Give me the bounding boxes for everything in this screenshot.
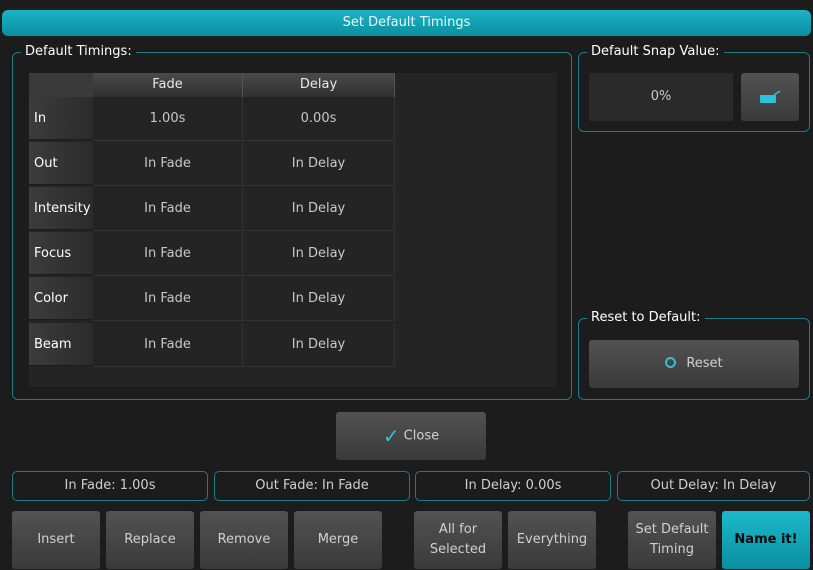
reset-label: Reset to Default: — [587, 309, 705, 327]
cell-focus-delay[interactable]: In Delay — [243, 232, 395, 276]
merge-button[interactable]: Merge — [294, 511, 382, 569]
dialog-title: Set Default Timings — [2, 10, 811, 36]
replace-button[interactable]: Replace — [106, 511, 194, 569]
column-header-fade[interactable]: Fade — [93, 73, 243, 97]
reset-button-label: Reset — [686, 356, 723, 371]
snap-value-field[interactable]: 0% — [589, 73, 733, 121]
status-out-fade: Out Fade: In Fade — [214, 471, 410, 501]
cell-out-delay[interactable]: In Delay — [243, 142, 395, 186]
snap-keyboard-button[interactable] — [741, 73, 799, 121]
cell-in-delay[interactable]: 0.00s — [243, 97, 395, 141]
set-default-timing-button[interactable]: Set Default Timing — [628, 511, 716, 569]
status-out-delay: Out Delay: In Delay — [617, 471, 810, 501]
cell-beam-fade[interactable]: In Fade — [93, 323, 243, 367]
close-button-label: Close — [403, 428, 440, 444]
timings-table: Fade Delay In 1.00s 0.00s Out In Fade In… — [29, 73, 557, 387]
name-it-button[interactable]: Name it! — [722, 511, 810, 569]
row-header-focus[interactable]: Focus — [29, 232, 93, 275]
cell-color-fade[interactable]: In Fade — [93, 277, 243, 321]
row-header-in[interactable]: In — [29, 97, 93, 140]
cell-color-delay[interactable]: In Delay — [243, 277, 395, 321]
cell-in-fade[interactable]: 1.00s — [93, 97, 243, 141]
cell-beam-delay[interactable]: In Delay — [243, 323, 395, 367]
checkmark-icon: ✓ — [382, 424, 400, 448]
column-header-delay[interactable]: Delay — [243, 73, 395, 97]
insert-button[interactable]: Insert — [12, 511, 100, 569]
default-snap-label: Default Snap Value: — [587, 43, 724, 61]
row-header-out[interactable]: Out — [29, 142, 93, 185]
status-in-delay: In Delay: 0.00s — [415, 471, 611, 501]
close-button[interactable]: ✓ Close — [336, 412, 486, 460]
cell-intensity-delay[interactable]: In Delay — [243, 187, 395, 231]
cell-out-fade[interactable]: In Fade — [93, 142, 243, 186]
everything-button[interactable]: Everything — [508, 511, 596, 569]
row-header-color[interactable]: Color — [29, 277, 93, 320]
cell-focus-fade[interactable]: In Fade — [93, 232, 243, 276]
keyboard-icon — [760, 90, 781, 103]
remove-button[interactable]: Remove — [200, 511, 288, 569]
refresh-icon — [665, 357, 677, 368]
row-header-beam[interactable]: Beam — [29, 323, 93, 366]
default-timings-label: Default Timings: — [21, 43, 136, 61]
all-for-selected-button[interactable]: All for Selected — [414, 511, 502, 569]
row-header-intensity[interactable]: Intensity — [29, 187, 93, 230]
reset-button[interactable]: Reset — [589, 340, 799, 388]
status-in-fade: In Fade: 1.00s — [12, 471, 208, 501]
table-corner — [29, 73, 93, 97]
cell-intensity-fade[interactable]: In Fade — [93, 187, 243, 231]
